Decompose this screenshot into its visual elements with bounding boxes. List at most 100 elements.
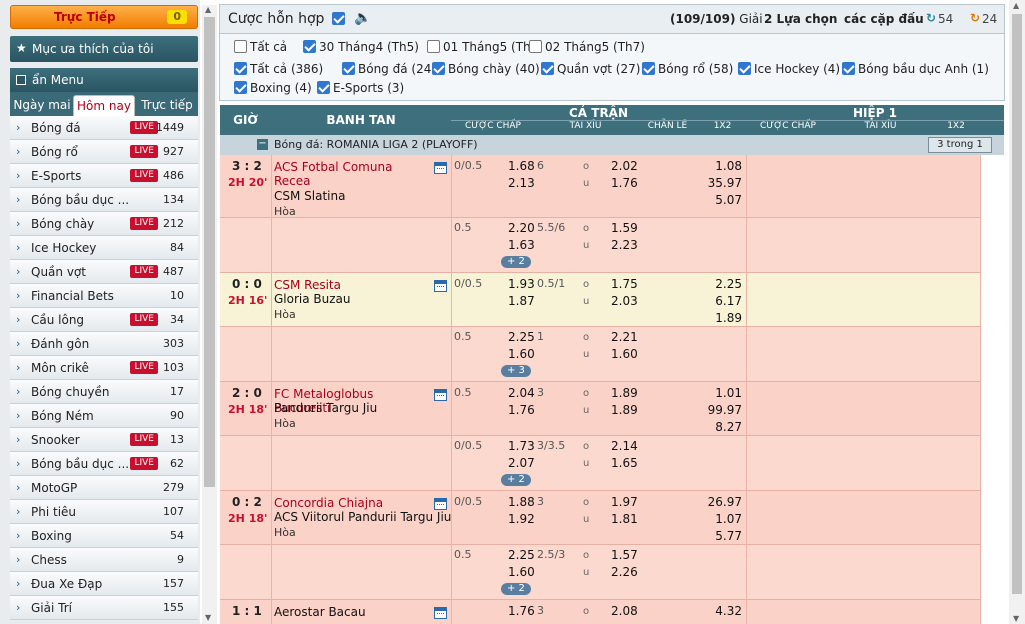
sidebar-sport-item[interactable]: › Quần vợt LIVE 487 — [10, 260, 198, 284]
alt-line-row[interactable]: 0.5 2.20 1.63 5.5/6 o u 1.59 2.23 + 2 — [220, 218, 980, 273]
date-filter[interactable]: 02 Tháng5 (Th7) — [529, 40, 645, 54]
filter-checkbox[interactable] — [317, 81, 330, 94]
title-checkbox[interactable] — [332, 12, 345, 25]
sport-filter[interactable]: Bóng rổ (58) — [642, 62, 733, 76]
filter-checkbox[interactable] — [342, 62, 355, 75]
page-scroll-down-icon[interactable]: ▼ — [1013, 614, 1019, 623]
scroll-thumb[interactable] — [204, 17, 215, 487]
tab-tomorrow[interactable]: Ngày mai — [12, 95, 72, 116]
filter-checkbox[interactable] — [234, 62, 247, 75]
calendar-icon[interactable] — [434, 162, 447, 174]
page-scrollbar[interactable]: ▲ ▼ — [1009, 0, 1025, 624]
home-team: Concordia Chiajna — [274, 496, 384, 510]
hide-menu-header[interactable]: ẩn Menu — [10, 68, 198, 92]
sport-filter[interactable]: Boxing (4) — [234, 81, 312, 95]
sidebar-sport-item[interactable]: › MotoGP 279 — [10, 476, 198, 500]
refresh-icon-2[interactable]: ↻ — [970, 11, 980, 25]
filter-checkbox[interactable] — [738, 62, 751, 75]
match-row[interactable]: 0 : 0 2H 16' CSM Resita Gloria Buzau Hòa 0/0.… — [220, 273, 980, 327]
sport-filter[interactable]: Bóng đá (249) — [342, 62, 444, 76]
filter-checkbox[interactable] — [432, 62, 445, 75]
sidebar-sport-item[interactable]: › Đánh gôn 303 — [10, 332, 198, 356]
tab-live[interactable]: Trực tiếp — [136, 95, 198, 116]
match-row[interactable]: 2 : 0 2H 18' FC Metaloglobus Bucuresti Pand… — [220, 382, 980, 436]
sport-name: Snooker — [31, 433, 80, 447]
chevron-right-icon: › — [16, 481, 21, 494]
sidebar-sport-item[interactable]: › Bóng bầu dục ... 134 — [10, 188, 198, 212]
sidebar-sport-item[interactable]: › Môn crikê LIVE 103 — [10, 356, 198, 380]
sidebar-sport-item[interactable]: › Financial Bets 10 — [10, 284, 198, 308]
calendar-icon[interactable] — [434, 498, 447, 510]
sidebar-sport-item[interactable]: › Phi tiêu 107 — [10, 500, 198, 524]
live-badge: LIVE — [130, 433, 158, 446]
alt-line-row[interactable]: 0.5 2.25 1.60 2.5/3 o u 1.57 2.26 + 2 — [220, 545, 980, 600]
match-row[interactable]: 0 : 2 2H 18' Concordia Chiajna ACS Viitorul… — [220, 491, 980, 545]
pairs-label[interactable]: các cặp đấu — [844, 12, 924, 26]
league-row[interactable]: − Bóng đá: ROMANIA LIGA 2 (PLAYOFF) 3 tr… — [220, 135, 1004, 155]
sidebar-scrollbar[interactable]: ▲ ▼ — [202, 5, 217, 624]
filter-checkbox[interactable] — [303, 40, 316, 53]
league-name: Bóng đá: ROMANIA LIGA 2 (PLAYOFF) — [274, 138, 478, 151]
sidebar-sport-item[interactable]: › E-Sports LIVE 486 — [10, 164, 198, 188]
collapse-league-icon[interactable]: − — [257, 139, 268, 150]
filter-checkbox[interactable] — [529, 40, 542, 53]
page-scroll-thumb[interactable] — [1012, 14, 1022, 594]
sport-filter[interactable]: Ice Hockey (4) — [738, 62, 840, 76]
live-button[interactable]: Trực Tiếp 0 — [10, 5, 198, 29]
live-badge: LIVE — [130, 457, 158, 470]
filter-checkbox[interactable] — [427, 40, 440, 53]
sidebar-sport-item[interactable]: › Ice Hockey 84 — [10, 236, 198, 260]
page-scroll-up-icon[interactable]: ▲ — [1013, 1, 1019, 10]
date-filter[interactable]: 01 Tháng5 (Th6) — [427, 40, 543, 54]
sidebar-sport-item[interactable]: › Bóng đá LIVE 1449 — [10, 116, 198, 140]
sport-filter[interactable]: Bóng bầu dục Anh (1) — [842, 62, 989, 76]
col-time: GIỜ — [233, 113, 258, 127]
sport-filter[interactable]: E-Sports (3) — [317, 81, 404, 95]
sidebar-sport-item[interactable]: › Cầu lông LIVE 34 — [10, 308, 198, 332]
calendar-icon[interactable] — [434, 607, 447, 619]
sidebar-sport-item[interactable]: › Đua Xe Đạp 157 — [10, 572, 198, 596]
speaker-icon[interactable]: 🔈 — [354, 10, 371, 26]
sidebar-sport-item[interactable]: › Bóng chuyền 17 — [10, 380, 198, 404]
filter-checkbox[interactable] — [234, 40, 247, 53]
alt-handicap-line: 0.5 — [454, 330, 472, 343]
sidebar-sport-item[interactable]: › Boxing 54 — [10, 524, 198, 548]
sport-filter[interactable]: Bóng chày (40) — [432, 62, 540, 76]
sport-name: Phi tiêu — [31, 505, 77, 519]
tab-today[interactable]: Hôm nay — [73, 95, 135, 116]
filter-checkbox[interactable] — [541, 62, 554, 75]
filter-checkbox[interactable] — [842, 62, 855, 75]
scroll-down-icon[interactable]: ▼ — [205, 613, 211, 622]
alt-line-row[interactable]: 0.5 2.25 1.60 1 o u 2.21 1.60 + 3 — [220, 327, 980, 382]
sidebar-sport-item[interactable]: › Snooker LIVE 13 — [10, 428, 198, 452]
sidebar-sport-item[interactable]: › Bóng Ném 90 — [10, 404, 198, 428]
sidebar-sport-item[interactable]: › Giải Trí 155 — [10, 596, 198, 620]
alt-handicap-away: 1.60 — [508, 347, 535, 361]
more-lines-button[interactable]: + 2 — [501, 256, 531, 268]
sport-name: Boxing — [31, 529, 72, 543]
calendar-icon[interactable] — [434, 389, 447, 401]
more-lines-button[interactable]: + 2 — [501, 474, 531, 486]
more-lines-button[interactable]: + 2 — [501, 583, 531, 595]
date-filter[interactable]: 30 Tháng4 (Th5) — [303, 40, 419, 54]
sport-filter[interactable]: Tất cả (386) — [234, 62, 323, 76]
date-filter[interactable]: Tất cả — [234, 40, 287, 54]
filter-checkbox[interactable] — [234, 81, 247, 94]
alt-line-row[interactable]: 0/0.5 1.73 2.07 3/3.5 o u 2.14 1.65 + 2 — [220, 436, 980, 491]
sport-filter[interactable]: Quần vợt (27) — [541, 62, 640, 76]
sidebar-sport-item[interactable]: › Bóng rổ LIVE 927 — [10, 140, 198, 164]
calendar-icon[interactable] — [434, 280, 447, 292]
sidebar-sport-item[interactable]: › Chess 9 — [10, 548, 198, 572]
alt-over-odds: 1.59 — [611, 221, 638, 235]
favorites-button[interactable]: ★ Mục ưa thích của tôi — [10, 36, 198, 62]
scroll-up-icon[interactable]: ▲ — [205, 5, 211, 14]
refresh-icon[interactable]: ↻ — [926, 11, 936, 25]
filter-checkbox[interactable] — [642, 62, 655, 75]
leagues-count: (109/109) — [670, 12, 736, 26]
more-lines-button[interactable]: + 3 — [501, 365, 531, 377]
match-row[interactable]: 3 : 2 2H 20' ACS Fotbal Comuna Recea CSM Sl… — [220, 155, 980, 218]
page-indicator[interactable]: 3 trong 1 — [928, 137, 992, 153]
sidebar-sport-item[interactable]: › Bóng chày LIVE 212 — [10, 212, 198, 236]
sidebar-sport-item[interactable]: › Bóng bầu dục ... LIVE 62 — [10, 452, 198, 476]
match-row[interactable]: 1 : 1Aerostar Bacau1.763ou2.084.32 — [220, 600, 980, 624]
